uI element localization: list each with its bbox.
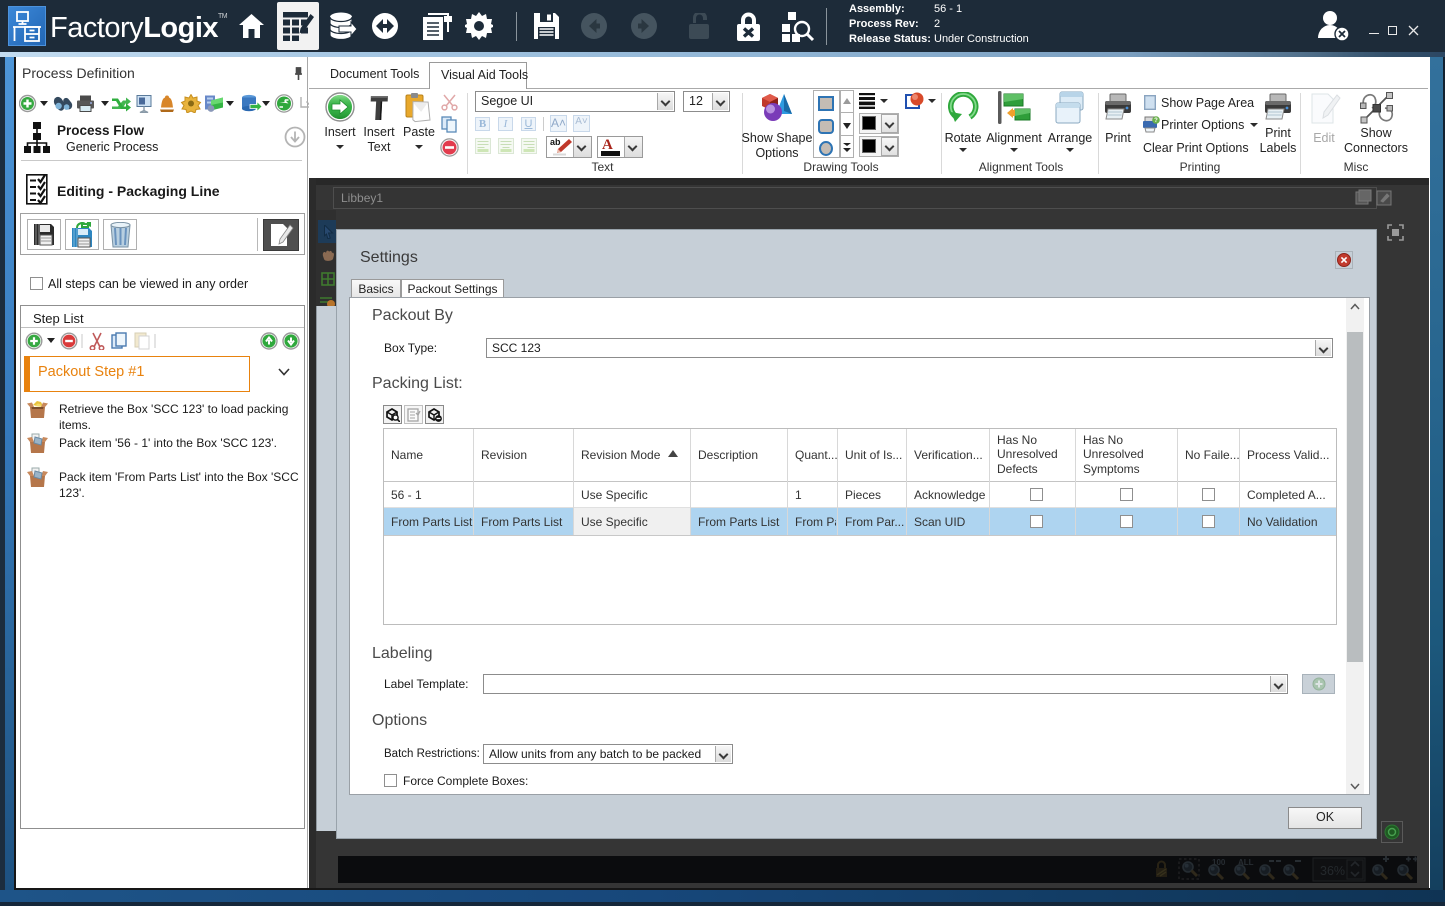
svg-text:36%: 36%	[1320, 864, 1345, 878]
svg-text:?: ?	[1154, 118, 1158, 124]
